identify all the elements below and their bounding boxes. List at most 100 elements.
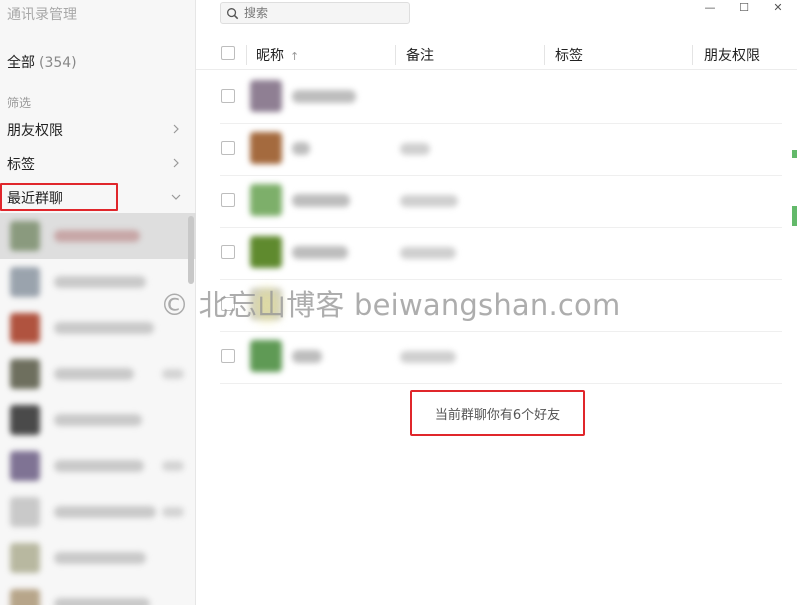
friend-count-text: 当前群聊你有6个好友 (434, 407, 561, 423)
background-window-edge (792, 206, 797, 226)
list-item[interactable] (0, 351, 196, 397)
group-meta (162, 369, 184, 379)
group-name (54, 230, 140, 242)
friend-nickname (292, 350, 322, 363)
friend-avatar (250, 80, 282, 112)
search-input[interactable] (244, 6, 394, 20)
list-item[interactable] (0, 489, 196, 535)
group-avatar (10, 405, 40, 435)
friend-avatar (250, 132, 282, 164)
friend-count-summary: 当前群聊你有6个好友 (410, 390, 585, 436)
column-divider (395, 45, 396, 65)
maximize-button[interactable]: ☐ (730, 0, 758, 14)
maximize-icon: ☐ (739, 0, 749, 14)
column-remark[interactable]: 备注 (406, 45, 434, 65)
row-checkbox[interactable] (221, 89, 235, 103)
group-name (54, 460, 144, 472)
sidebar-item-all[interactable]: 全部 (354) (7, 52, 77, 72)
friend-avatar (250, 340, 282, 372)
highlight-box-recent-groups (0, 183, 118, 211)
table-row[interactable] (220, 176, 782, 228)
group-meta (162, 507, 184, 517)
friend-remark (400, 143, 430, 155)
group-name (54, 322, 154, 334)
group-name (54, 276, 146, 288)
sidebar: 通讯录管理 全部 (354) 筛选 朋友权限 标签 最近群聊 (0, 0, 196, 605)
sidebar-all-label: 全部 (7, 55, 35, 71)
friend-nickname (292, 90, 356, 103)
group-name (54, 368, 134, 380)
row-checkbox[interactable] (221, 297, 235, 311)
sort-ascending-icon: ↑ (290, 50, 300, 63)
column-tag[interactable]: 标签 (555, 45, 583, 65)
list-item[interactable] (0, 305, 196, 351)
group-avatar (10, 497, 40, 527)
chevron-right-icon (169, 122, 183, 136)
friend-nickname (292, 142, 310, 155)
app-title: 通讯录管理 (7, 7, 77, 23)
sidebar-item-friend-permissions[interactable]: 朋友权限 (0, 113, 196, 147)
contacts-manager-window: 通讯录管理 全部 (354) 筛选 朋友权限 标签 最近群聊 搜索 — ☐ ✕ … (0, 0, 797, 605)
table-row[interactable] (220, 332, 782, 384)
row-checkbox[interactable] (221, 245, 235, 259)
minimize-button[interactable]: — (696, 0, 724, 14)
main-panel: — ☐ ✕ 昵称 ↑ 备注 标签 朋友权限 (196, 0, 797, 605)
group-name (54, 598, 150, 605)
list-item[interactable] (0, 535, 196, 581)
row-checkbox[interactable] (221, 193, 235, 207)
chevron-right-icon (169, 156, 183, 170)
filter-section-label: 筛选 (7, 96, 32, 110)
column-divider (246, 45, 247, 65)
select-all-checkbox[interactable] (221, 46, 235, 60)
search-box[interactable] (220, 2, 410, 24)
background-window-edge (792, 150, 797, 158)
recent-group-list (0, 213, 196, 605)
table-header: 昵称 ↑ 备注 标签 朋友权限 (196, 40, 797, 70)
list-item[interactable] (0, 213, 196, 259)
table-row[interactable] (220, 228, 782, 280)
group-avatar (10, 267, 40, 297)
row-checkbox[interactable] (221, 141, 235, 155)
friend-remark (400, 247, 456, 259)
list-item[interactable] (0, 443, 196, 489)
sidebar-item-label: 标签 (7, 157, 35, 173)
group-name (54, 414, 142, 426)
column-divider (692, 45, 693, 65)
table-row[interactable] (220, 72, 782, 124)
table-row[interactable] (220, 124, 782, 176)
column-nickname-label: 昵称 (256, 48, 284, 64)
list-item[interactable] (0, 581, 196, 605)
minimize-icon: — (704, 0, 716, 14)
list-item[interactable] (0, 259, 196, 305)
column-divider (544, 45, 545, 65)
group-name (54, 506, 156, 518)
table-row[interactable] (220, 280, 782, 332)
friend-avatar (250, 236, 282, 268)
search-icon (227, 7, 239, 19)
friend-nickname (292, 246, 348, 259)
sidebar-item-label: 朋友权限 (7, 123, 63, 139)
group-meta (162, 461, 184, 471)
column-nickname[interactable]: 昵称 ↑ (256, 45, 299, 65)
group-avatar (10, 359, 40, 389)
group-avatar (10, 313, 40, 343)
sidebar-scrollbar[interactable] (188, 216, 194, 284)
group-avatar (10, 221, 40, 251)
sidebar-item-tags[interactable]: 标签 (0, 147, 196, 181)
group-avatar (10, 543, 40, 573)
column-friend-permissions[interactable]: 朋友权限 (704, 45, 760, 65)
group-name (54, 552, 146, 564)
sidebar-all-count: (354) (39, 55, 77, 71)
friend-remark (400, 351, 456, 363)
group-avatar (10, 451, 40, 481)
close-button[interactable]: ✕ (764, 0, 792, 14)
list-item[interactable] (0, 397, 196, 443)
group-avatar (10, 589, 40, 605)
row-checkbox[interactable] (221, 349, 235, 363)
chevron-down-icon (169, 190, 183, 204)
cursor-highlight (254, 288, 280, 322)
close-icon: ✕ (773, 0, 783, 14)
friend-avatar (250, 184, 282, 216)
friend-remark (400, 195, 458, 207)
friend-nickname (292, 194, 350, 207)
